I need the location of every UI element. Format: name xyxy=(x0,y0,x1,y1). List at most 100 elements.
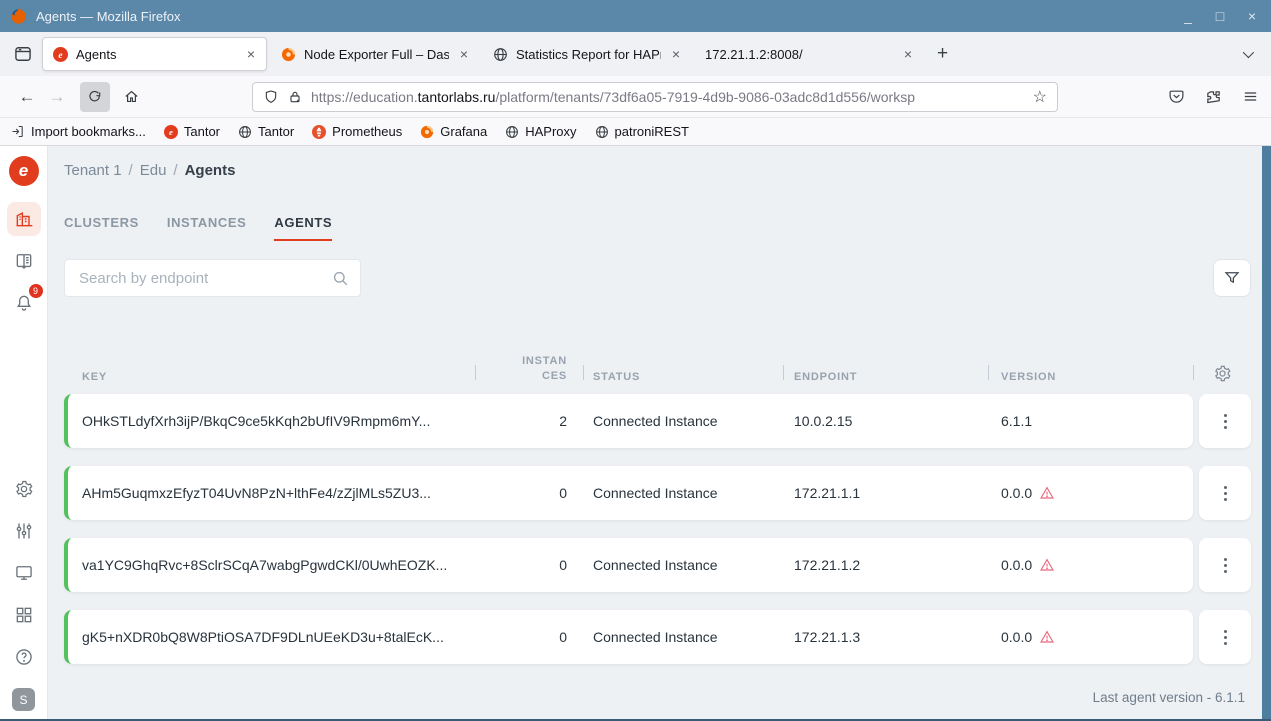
sidebar-item-tenants[interactable] xyxy=(7,202,41,236)
forward-button[interactable]: → xyxy=(42,82,72,112)
sidebar-item-settings[interactable] xyxy=(7,472,41,506)
chevron-down-icon xyxy=(1243,47,1254,58)
tab-close-icon[interactable]: × xyxy=(901,46,915,62)
sidebar-item-help[interactable] xyxy=(7,640,41,674)
firefox-view-button[interactable] xyxy=(8,39,38,69)
grid-icon xyxy=(14,605,34,625)
tab-agents-section[interactable]: AGENTS xyxy=(274,215,332,241)
tab-close-icon[interactable]: × xyxy=(244,46,258,62)
page-scrollbar[interactable] xyxy=(1262,146,1271,719)
breadcrumb-tenant[interactable]: Tenant 1 xyxy=(64,162,122,179)
column-header-endpoint[interactable]: ENDPOINT xyxy=(783,371,988,383)
globe-icon xyxy=(505,125,519,139)
agent-status: Connected Instance xyxy=(583,629,783,645)
sliders-icon xyxy=(14,521,34,541)
maximize-button[interactable]: □ xyxy=(1211,8,1229,24)
svg-text:e: e xyxy=(169,127,173,137)
tab-instances[interactable]: INSTANCES xyxy=(167,215,247,241)
tab-label: 172.21.1.2:8008/ xyxy=(705,47,893,62)
bookmark-patronirest[interactable]: patroniREST xyxy=(595,124,689,139)
tab-node-exporter[interactable]: Node Exporter Full – Dash × xyxy=(271,37,479,71)
column-header-instances[interactable]: INSTAN CES xyxy=(475,354,583,383)
lock-warning-icon[interactable] xyxy=(287,89,303,105)
grafana-favicon xyxy=(281,47,296,62)
back-button[interactable]: ← xyxy=(12,82,42,112)
agent-key: va1YC9GhqRvc+8SclrSCqA7wabgPgwdCKl/0UwhE… xyxy=(68,557,475,573)
column-header-key[interactable]: KEY xyxy=(64,371,475,383)
gear-icon xyxy=(14,479,34,499)
notification-badge: 9 xyxy=(29,284,43,298)
tantor-favicon: e xyxy=(53,47,68,62)
new-tab-button[interactable]: + xyxy=(927,43,958,65)
close-button[interactable]: × xyxy=(1243,8,1261,24)
version-warning-icon xyxy=(1039,557,1055,573)
agent-instances: 0 xyxy=(475,629,583,645)
menu-hamburger-icon[interactable] xyxy=(1242,88,1259,105)
home-button[interactable] xyxy=(116,82,146,112)
row-menu-button[interactable] xyxy=(1199,394,1251,448)
column-settings-button[interactable] xyxy=(1193,364,1251,383)
tab-close-icon[interactable]: × xyxy=(457,46,471,62)
row-menu-button[interactable] xyxy=(1199,466,1251,520)
sidebar-item-parameters[interactable] xyxy=(7,514,41,548)
bookmark-import[interactable]: Import bookmarks... xyxy=(10,124,146,139)
column-header-version[interactable]: VERSION xyxy=(988,371,1193,383)
prometheus-favicon xyxy=(312,125,326,139)
search-input[interactable] xyxy=(79,270,331,287)
agent-version: 6.1.1 xyxy=(988,413,1193,429)
url-bar[interactable]: https://education.tantorlabs.ru/platform… xyxy=(252,82,1058,112)
tab-clusters[interactable]: CLUSTERS xyxy=(64,215,139,241)
agents-table: OHkSTLdyfXrh3ijP/BkqC9ce5kKqh2bUfIV9Rmpm… xyxy=(64,394,1271,664)
firefox-window: Agents — Mozilla Firefox _ □ × e Agents … xyxy=(0,0,1271,721)
tab-statistics-report[interactable]: Statistics Report for HAPro × xyxy=(483,37,691,71)
agent-endpoint: 172.21.1.2 xyxy=(783,557,988,573)
minimize-button[interactable]: _ xyxy=(1179,8,1197,24)
table-row[interactable]: OHkSTLdyfXrh3ijP/BkqC9ce5kKqh2bUfIV9Rmpm… xyxy=(64,394,1271,448)
navigation-bar: ← → https://education.tantorlabs.ru/plat… xyxy=(0,76,1271,118)
pocket-icon[interactable] xyxy=(1168,88,1185,105)
tab-ip-8008[interactable]: 172.21.1.2:8008/ × xyxy=(695,37,923,71)
sidebar-item-monitoring[interactable] xyxy=(7,556,41,590)
tantor-logo[interactable]: e xyxy=(9,156,39,186)
sidebar-item-docs[interactable] xyxy=(7,244,41,278)
url-text: https://education.tantorlabs.ru/platform… xyxy=(311,89,1025,105)
svg-text:e: e xyxy=(58,50,62,60)
list-all-tabs-button[interactable] xyxy=(1231,45,1263,63)
table-row[interactable]: AHm5GuqmxzEfyzT04UvN8PzN+lthFe4/zZjlMLs5… xyxy=(64,466,1271,520)
monitor-icon xyxy=(14,563,34,583)
tab-agents[interactable]: e Agents × xyxy=(42,37,267,71)
row-menu-button[interactable] xyxy=(1199,610,1251,664)
bookmark-haproxy[interactable]: HAProxy xyxy=(505,124,576,139)
tantor-favicon: e xyxy=(164,125,178,139)
sidebar-item-notifications[interactable]: 9 xyxy=(7,286,41,320)
table-row[interactable]: va1YC9GhqRvc+8SclrSCqA7wabgPgwdCKl/0UwhE… xyxy=(64,538,1271,592)
agent-instances: 0 xyxy=(475,557,583,573)
section-tabs: CLUSTERS INSTANCES AGENTS xyxy=(64,215,1271,241)
reload-button[interactable] xyxy=(80,82,110,112)
main-content: Tenant 1/Edu/Agents CLUSTERS INSTANCES A… xyxy=(48,146,1271,719)
user-avatar[interactable]: S xyxy=(12,688,35,711)
bookmark-prometheus[interactable]: Prometheus xyxy=(312,124,402,139)
extensions-puzzle-icon[interactable] xyxy=(1205,88,1222,105)
bookmark-tantor[interactable]: e Tantor xyxy=(164,124,220,139)
tab-close-icon[interactable]: × xyxy=(669,46,683,62)
funnel-icon xyxy=(1223,269,1241,287)
agent-endpoint: 10.0.2.15 xyxy=(783,413,988,429)
agent-version: 0.0.0 xyxy=(988,629,1193,645)
sidebar-item-apps[interactable] xyxy=(7,598,41,632)
table-row[interactable]: gK5+nXDR0bQ8W8PtiOSA7DF9DLnUEeKD3u+8talE… xyxy=(64,610,1271,664)
breadcrumb: Tenant 1/Edu/Agents xyxy=(64,162,1271,179)
bookmark-tantor-globe[interactable]: Tantor xyxy=(238,124,294,139)
version-warning-icon xyxy=(1039,629,1055,645)
column-header-status[interactable]: STATUS xyxy=(583,371,783,383)
filter-button[interactable] xyxy=(1213,259,1251,297)
bookmark-grafana[interactable]: Grafana xyxy=(420,124,487,139)
breadcrumb-edu[interactable]: Edu xyxy=(140,162,167,179)
bookmark-star-icon[interactable]: ☆ xyxy=(1033,87,1047,107)
agent-key: AHm5GuqmxzEfyzT04UvN8PzN+lthFe4/zZjlMLs5… xyxy=(68,485,475,501)
shield-icon[interactable] xyxy=(263,89,279,105)
app-sidebar: e 9 xyxy=(0,146,48,719)
row-menu-button[interactable] xyxy=(1199,538,1251,592)
search-icon[interactable] xyxy=(331,269,350,288)
agent-version: 0.0.0 xyxy=(988,557,1193,573)
